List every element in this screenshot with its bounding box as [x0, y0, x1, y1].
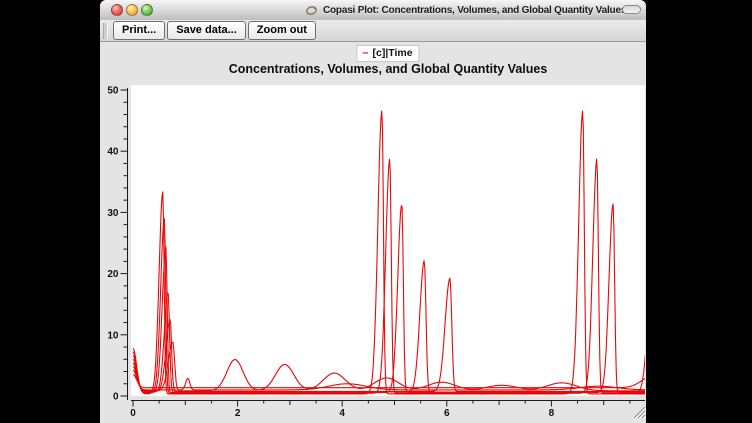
y-tick-label: 40 [107, 147, 119, 158]
resize-grip[interactable] [632, 405, 646, 419]
legend[interactable]: – [c]|Time [356, 45, 419, 62]
window-controls [111, 4, 153, 16]
copasi-icon [305, 4, 318, 17]
toolbar: Print... Save data... Zoom out [100, 20, 646, 42]
print-button[interactable]: Print... [113, 21, 165, 40]
title-group: Copasi Plot: Concentrations, Volumes, an… [305, 3, 626, 17]
legend-line-swatch: – [362, 48, 368, 59]
x-tick-label: 6 [444, 408, 450, 419]
toolbar-drag-handle[interactable] [103, 23, 108, 39]
plot-panel: – [c]|Time Concentrations, Volumes, and … [100, 42, 646, 423]
copasi-plot-window: Copasi Plot: Concentrations, Volumes, an… [100, 0, 646, 423]
titlebar[interactable]: Copasi Plot: Concentrations, Volumes, an… [100, 0, 646, 21]
plot-area [131, 85, 645, 396]
y-tick-label: 30 [107, 208, 119, 219]
close-button[interactable] [111, 4, 123, 16]
toolbar-toggle-button[interactable] [622, 5, 641, 14]
minimize-button[interactable] [126, 4, 138, 16]
legend-label: [c]|Time [373, 48, 413, 59]
y-tick-label: 20 [107, 269, 119, 280]
x-tick-label: 2 [235, 408, 241, 419]
zoom-out-button[interactable]: Zoom out [248, 21, 316, 40]
chart-title: Concentrations, Volumes, and Global Quan… [130, 62, 646, 76]
plot-canvas[interactable]: 0 10 20 30 40 50 0 2 4 6 8 [100, 78, 646, 423]
y-tick-label: 0 [113, 392, 119, 403]
save-data-button[interactable]: Save data... [167, 21, 246, 40]
y-tick-label: 10 [107, 330, 119, 341]
desktop-background: Copasi Plot: Concentrations, Volumes, an… [0, 0, 752, 423]
x-tick-label: 0 [130, 408, 136, 419]
y-tick-label: 50 [107, 86, 119, 97]
zoom-window-button[interactable] [141, 4, 153, 16]
x-tick-label: 8 [549, 408, 555, 419]
window-title: Copasi Plot: Concentrations, Volumes, an… [323, 5, 626, 16]
x-tick-label: 4 [339, 408, 345, 419]
